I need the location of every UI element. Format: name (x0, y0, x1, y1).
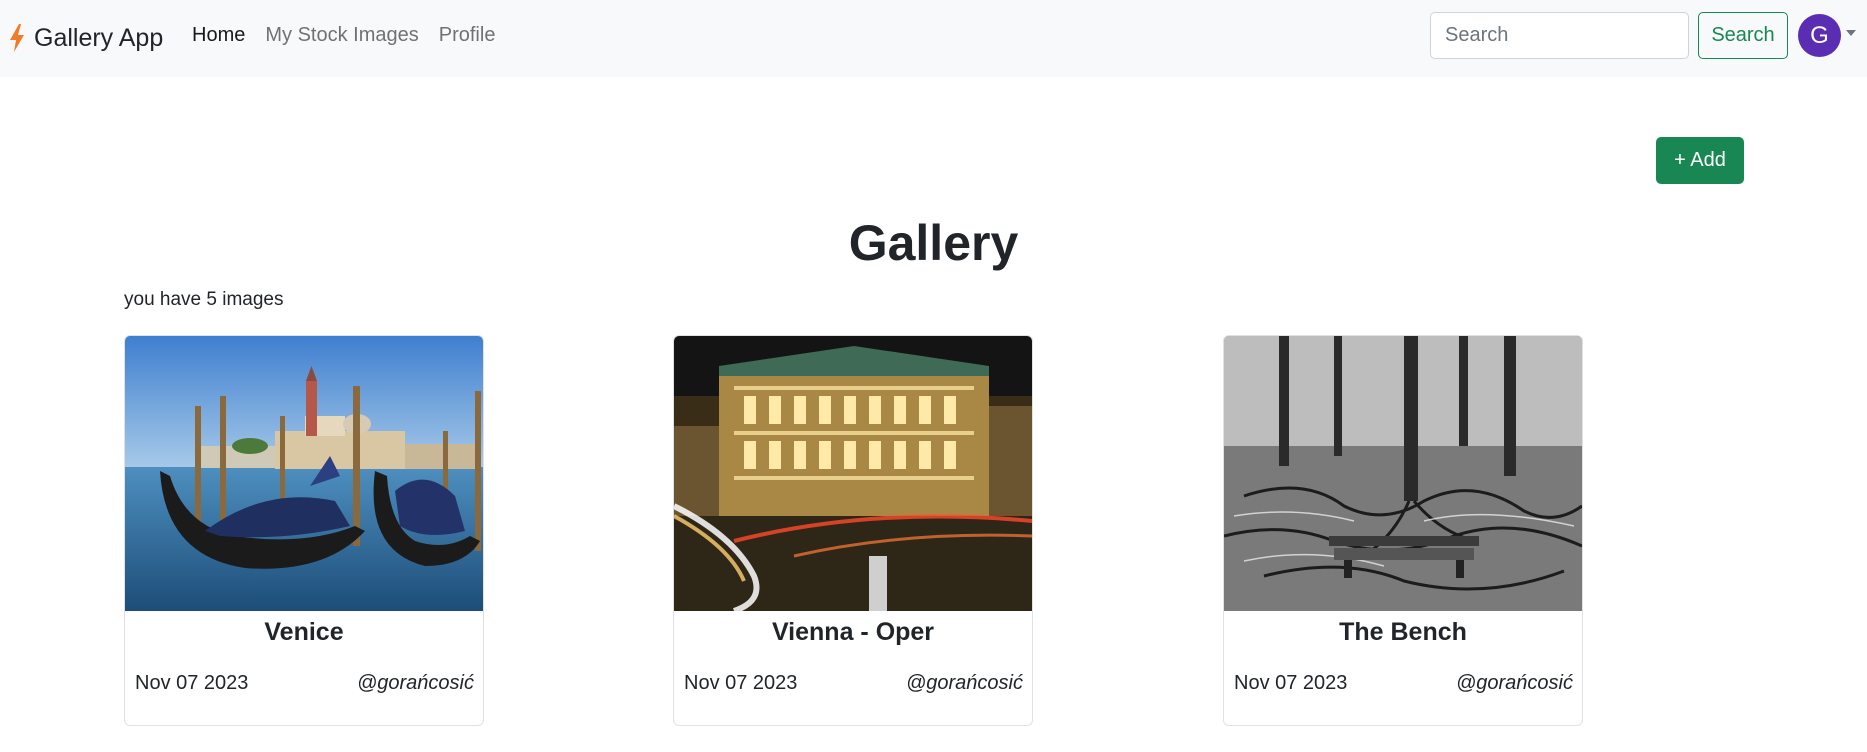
card-date: Nov 07 2023 (1234, 672, 1348, 694)
navbar: Gallery App Home My Stock Images Profile… (0, 0, 1867, 77)
card-author: @gorańcosić (905, 672, 1023, 694)
card-author: @gorańcosić (356, 672, 474, 694)
search-button[interactable]: Search (1698, 12, 1788, 59)
image-card[interactable]: Vienna - Oper Nov 07 2023 @gorańcosić (673, 335, 1033, 726)
card-title: Venice (264, 618, 344, 646)
card-author: @gorańcosić (1455, 672, 1573, 694)
card-date: Nov 07 2023 (135, 672, 249, 694)
lightning-icon (10, 24, 24, 52)
image-card[interactable]: The Bench Nov 07 2023 @gorańcosić (1223, 335, 1583, 726)
forest-bench-bw-photo[interactable] (1224, 336, 1582, 611)
nav-link-my-stock-images[interactable]: My Stock Images (265, 24, 418, 47)
vienna-opera-night-photo[interactable] (674, 336, 1032, 611)
image-count: you have 5 images (124, 289, 284, 310)
search-input[interactable] (1430, 12, 1689, 59)
nav-links: Home My Stock Images Profile (192, 24, 495, 47)
card-date: Nov 07 2023 (684, 672, 798, 694)
add-button[interactable]: + Add (1656, 137, 1744, 184)
image-card[interactable]: Venice Nov 07 2023 @gorańcosić (124, 335, 484, 726)
page-title: Gallery (848, 215, 1019, 271)
brand-name: Gallery App (34, 23, 164, 52)
nav-link-profile[interactable]: Profile (439, 24, 496, 47)
brand[interactable]: Gallery App (8, 18, 163, 58)
card-title: Vienna - Oper (771, 618, 935, 646)
venice-gondolas-photo[interactable] (125, 336, 483, 611)
avatar[interactable]: G (1798, 14, 1841, 57)
nav-link-home[interactable]: Home (192, 24, 245, 47)
chevron-down-icon[interactable] (1846, 30, 1856, 36)
card-title: The Bench (1339, 618, 1467, 646)
